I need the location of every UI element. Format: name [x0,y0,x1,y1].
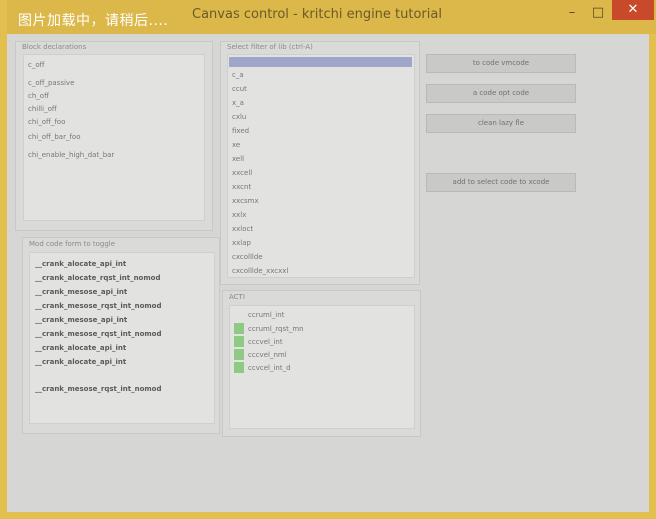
list-item[interactable]: cccvel_nml [248,349,287,361]
add-select-code-button[interactable]: add to select code to xcode [426,173,576,192]
list-item[interactable]: chilli_off [28,103,57,115]
list-item[interactable]: fixed [232,125,249,137]
block-declarations-list[interactable]: c_off c_off_passive ch_off chilli_off ch… [23,54,205,221]
list-item[interactable]: ccruml_int [248,309,284,321]
panel-label: ACTI [229,293,245,301]
list-item[interactable]: ccruml_rqst_mn [248,323,304,335]
checkbox-icon[interactable] [234,349,244,360]
panel-label: Mod code form to toggle [29,240,116,248]
list-item[interactable]: ccut [232,83,247,95]
list-item[interactable]: xell [232,153,244,165]
panel-label: Block declarations [22,43,87,51]
block-declarations-panel: Block declarations c_off c_off_passive c… [15,41,213,231]
list-item[interactable]: c_off_passive [28,77,74,89]
acti-list[interactable]: ccruml_int ccruml_rqst_mn cccvel_int ccc… [229,305,415,429]
opt-code-button[interactable]: a code opt code [426,84,576,103]
list-item[interactable]: c_off [28,59,44,71]
list-item[interactable]: cccvel_int [248,336,283,348]
list-item[interactable]: xxlap [232,237,251,249]
list-item[interactable]: xxcsmx [232,195,259,207]
list-item[interactable]: __crank_alocate_api_int [35,258,126,270]
list-item[interactable]: __crank_mesose_rqst_int_nomod [35,300,162,312]
panel-label: Select filter of lib (ctrl-A) [227,43,313,51]
clean-button[interactable]: clean lazy fle [426,114,576,133]
loading-overlay-text: 图片加载中，请稍后.... [18,13,169,29]
checkbox-icon[interactable] [234,362,244,373]
list-item[interactable]: __crank_mesose_rqst_int_nomod [35,383,162,395]
lib-filter-list[interactable]: c_a ccut x_a cxlu fixed xe xell xxcell x… [227,54,415,278]
list-item[interactable]: ch_off [28,90,49,102]
list-item[interactable]: cxcolllde_xxcxxl [232,265,288,277]
list-item[interactable]: chi_off_bar_foo [28,131,80,143]
list-item[interactable]: __crank_mesose_api_int [35,286,127,298]
app-window: Canvas control - kritchi engine tutorial… [0,0,656,519]
list-item[interactable]: x_a [232,97,244,109]
list-item[interactable]: __crank_alocate_api_int [35,356,126,368]
list-item[interactable]: xxcell [232,167,252,179]
list-item[interactable]: __crank_alocate_api_int [35,342,126,354]
toggle-code-panel: Mod code form to toggle __crank_alocate_… [22,237,220,434]
toggle-code-list[interactable]: __crank_alocate_api_int __crank_alocate_… [29,252,215,424]
list-item[interactable]: c_a [232,69,244,81]
to-code-button[interactable]: to code vmcode [426,54,576,73]
list-item[interactable]: ccvcel_int_d [248,362,291,374]
lib-filter-panel: Select filter of lib (ctrl-A) c_a ccut x… [220,41,420,285]
list-item[interactable]: chi_off_foo [28,116,65,128]
list-item[interactable]: cxlu [232,111,246,123]
maximize-icon[interactable]: □ [586,3,610,23]
list-item[interactable]: __crank_alocate_rqst_int_nomod [35,272,160,284]
minimize-icon[interactable]: – [560,3,584,23]
checkbox-icon[interactable] [234,323,244,334]
selected-row-highlight [229,57,412,67]
list-item[interactable]: xxloct [232,223,253,235]
list-item[interactable]: xxlx [232,209,246,221]
list-item[interactable]: __crank_mesose_api_int [35,314,127,326]
list-item[interactable]: cxcolllde [232,251,263,263]
close-icon[interactable]: ✕ [612,0,654,20]
acti-panel: ACTI ccruml_int ccruml_rqst_mn cccvel_in… [222,290,421,437]
list-item[interactable]: xxcnt [232,181,251,193]
list-item[interactable]: xe [232,139,240,151]
list-item[interactable]: chi_enable_high_dat_bar [28,149,114,161]
checkbox-icon[interactable] [234,336,244,347]
window-title: Canvas control - kritchi engine tutorial [192,7,442,22]
list-item[interactable]: __crank_mesose_rqst_int_nomod [35,328,162,340]
